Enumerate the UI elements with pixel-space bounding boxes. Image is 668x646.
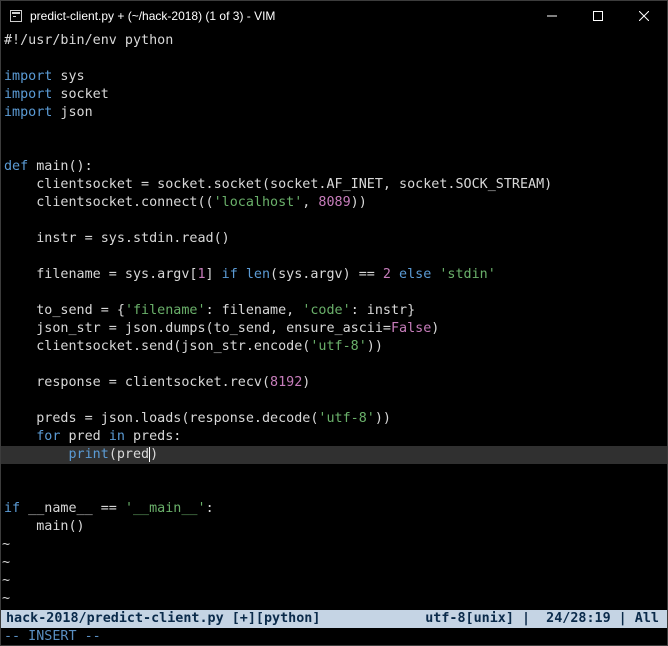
terminal-icon [10, 10, 22, 22]
window-controls [529, 1, 667, 31]
status-line: hack-2018/predict-client.py [+][python] … [1, 610, 667, 628]
empty-line-marker: ~ [2, 573, 11, 588]
vim-window: predict-client.py + (~/hack-2018) (1 of … [0, 0, 668, 646]
maximize-button[interactable] [575, 1, 621, 31]
minimize-icon [547, 15, 557, 17]
window-title: predict-client.py + (~/hack-2018) (1 of … [30, 9, 276, 23]
code-line-10: clientsocket.connect(('localhost', 8089)… [4, 195, 367, 210]
close-icon [639, 11, 649, 21]
code-line-17: json_str = json.dumps(to_send, ensure_as… [4, 321, 440, 336]
code-line-23: for pred in preds: [36, 429, 182, 444]
code-line-3: import sys [4, 69, 85, 84]
code-line-1: #!/usr/bin/env python [4, 33, 174, 48]
code-line-18: clientsocket.send(json_str.encode('utf-8… [4, 339, 383, 354]
code-line-24: print(pred) [68, 446, 159, 462]
maximize-icon [593, 11, 603, 21]
code-line-9: clientsocket = socket.socket(socket.AF_I… [4, 177, 553, 192]
code-line-20: response = clientsocket.recv(8192) [4, 375, 311, 390]
status-file-info: hack-2018/predict-client.py [+][python] [6, 611, 321, 626]
code-line-12: instr = sys.stdin.read() [4, 231, 230, 246]
code-line-8: def main(): [4, 159, 93, 174]
code-line-27: if __name__ == '__main__': [4, 501, 214, 516]
mode-indicator: -- INSERT -- [4, 629, 101, 644]
title-bar: predict-client.py + (~/hack-2018) (1 of … [1, 1, 667, 31]
empty-line-marker: ~ [2, 537, 11, 552]
code-line-4: import socket [4, 87, 109, 102]
code-line-16: to_send = {'filename': filename, 'code':… [4, 303, 416, 318]
code-line-22: preds = json.loads(response.decode('utf-… [4, 411, 391, 426]
editor-buffer[interactable]: #!/usr/bin/env python import sys import … [1, 32, 667, 610]
code-line-28: main() [4, 519, 85, 534]
code-line-14: filename = sys.argv[1] if len(sys.argv) … [4, 267, 496, 282]
empty-line-marker: ~ [2, 591, 11, 606]
minimize-button[interactable] [529, 1, 575, 31]
empty-line-marker: ~ [2, 555, 11, 570]
status-position-info: utf-8[unix] | 24/28:19 | All [425, 611, 659, 626]
code-line-5: import json [4, 105, 93, 120]
close-button[interactable] [621, 1, 667, 31]
